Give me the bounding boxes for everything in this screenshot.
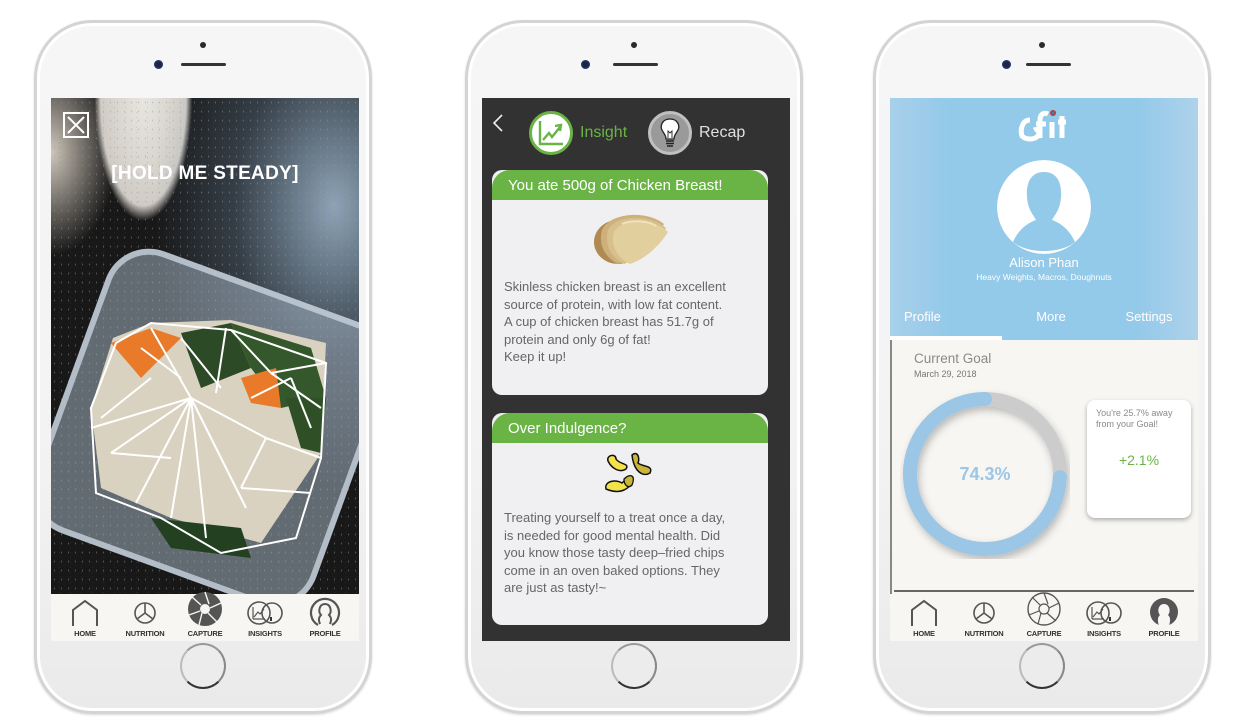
hold-steady-instruction: [HOLD ME STEADY] xyxy=(111,163,299,184)
speaker-grille xyxy=(1026,63,1071,66)
tab-label: INSIGHTS xyxy=(1087,629,1121,638)
profile-icon xyxy=(1150,598,1178,626)
close-camera-button[interactable] xyxy=(63,112,89,138)
body-line: Skinless chicken breast is an excellent xyxy=(504,279,726,294)
tab-nutrition[interactable]: NUTRITION xyxy=(955,599,1013,638)
body-line: A cup of chicken breast has 51.7g of xyxy=(504,314,714,329)
tab-label: NUTRITION xyxy=(125,629,165,638)
hardware-home-button[interactable] xyxy=(180,643,226,689)
hardware-home-button[interactable] xyxy=(1019,643,1065,689)
front-camera xyxy=(1002,60,1011,69)
user-tags: Heavy Weights, Macros, Doughnuts xyxy=(976,272,1112,282)
tab-nutrition[interactable]: NUTRITION xyxy=(116,599,174,638)
profile-tabs: Profile More Settings xyxy=(890,306,1198,340)
body-line: come in an oven baked options. They xyxy=(504,562,720,578)
close-x-icon xyxy=(67,116,85,134)
front-camera xyxy=(154,60,163,69)
tab-insight[interactable]: Insight xyxy=(529,111,627,155)
insights-screen: Insight Recap You ate 500g of Chicken Br… xyxy=(482,98,790,641)
goal-delta: +2.1% xyxy=(1118,452,1160,468)
avatar[interactable] xyxy=(997,160,1091,254)
sensor-dot xyxy=(200,42,206,48)
tab-insight-label: Insight xyxy=(580,124,628,141)
phone-insights: Insight Recap You ate 500g of Chicken Br… xyxy=(465,20,803,714)
insight-card-indulgence[interactable]: Over Indulgence? Treating yourself to a … xyxy=(492,413,768,625)
profile-screen: Alison Phan Heavy Weights, Macros, Dough… xyxy=(890,98,1198,641)
goal-distance-card: You're 25.7% away from your Goal! +2.1% xyxy=(1087,400,1191,518)
chevron-left-icon xyxy=(492,114,503,132)
goal-away-message: You're 25.7% away from your Goal! xyxy=(1096,408,1173,429)
tab-label: INSIGHTS xyxy=(248,629,282,638)
tab-capture[interactable]: CAPTURE xyxy=(176,591,234,638)
tab-settings[interactable]: Settings xyxy=(1100,306,1198,340)
tab-profile[interactable]: PROFILE xyxy=(1135,597,1193,638)
tab-home[interactable]: HOME xyxy=(895,599,953,638)
tab-label: CAPTURE xyxy=(1026,629,1062,638)
goal-title: Current Goal xyxy=(914,351,992,366)
card-title: You ate 500g of Chicken Breast! xyxy=(492,170,768,200)
tab-insights[interactable]: INSIGHTS xyxy=(1075,599,1133,638)
trend-chart-icon xyxy=(538,121,563,146)
speaker-grille xyxy=(181,63,226,66)
body-line: Treating yourself to a treat once a day, xyxy=(504,510,726,525)
tab-recap-label: Recap xyxy=(699,124,746,141)
tab-profile[interactable]: PROFILE xyxy=(296,597,354,638)
card-body: Treating yourself to a treat once a day,… xyxy=(492,509,768,597)
body-line: you know those tasty deep–fried chips xyxy=(504,545,725,560)
card-body: Skinless chicken breast is an excellent … xyxy=(492,278,768,366)
tab-profile[interactable]: Profile xyxy=(890,306,1002,340)
tab-more[interactable]: More xyxy=(1002,306,1100,340)
home-icon xyxy=(72,599,98,626)
body-line: is needed for good mental health. Did xyxy=(504,527,721,543)
sensor-dot xyxy=(1039,42,1045,48)
profile-icon xyxy=(309,597,341,626)
mockup-stage: [HOLD ME STEADY] HOME NUTRITION CAPTURE … xyxy=(0,0,1237,728)
body-line: are just as tasty!~ xyxy=(504,580,607,595)
chips-icon xyxy=(605,452,652,493)
capture-shutter-icon xyxy=(1027,592,1061,626)
cfit-logo-icon xyxy=(1018,110,1066,142)
goal-date: March 29, 2018 xyxy=(914,369,977,379)
insights-header: Insight Recap xyxy=(482,98,790,163)
goal-progress-value: 74.3% xyxy=(959,463,1011,484)
front-camera xyxy=(581,60,590,69)
back-button[interactable] xyxy=(492,114,504,138)
phone-capture: [HOLD ME STEADY] HOME NUTRITION CAPTURE … xyxy=(34,20,372,714)
tab-label: HOME xyxy=(74,629,96,638)
card-title: Over Indulgence? xyxy=(492,413,768,443)
bottom-tab-bar: HOME NUTRITION CAPTURE INSIGHTS PROFILE xyxy=(51,591,359,641)
body-line: protein and only 6g of fat! xyxy=(504,331,651,347)
body-line: source of protein, with low fat content. xyxy=(504,296,723,312)
tab-label: CAPTURE xyxy=(187,629,223,638)
hardware-home-button[interactable] xyxy=(611,643,657,689)
tab-label: HOME xyxy=(913,629,935,638)
bottom-tab-bar: HOME NUTRITION CAPTURE INSIGHTS PROFILE xyxy=(890,591,1198,641)
profile-header: Alison Phan Heavy Weights, Macros, Dough… xyxy=(890,98,1198,340)
home-icon xyxy=(911,599,937,626)
tab-home[interactable]: HOME xyxy=(56,599,114,638)
tab-label: PROFILE xyxy=(1148,629,1180,638)
phone-profile: Alison Phan Heavy Weights, Macros, Dough… xyxy=(873,20,1211,714)
capture-screen: [HOLD ME STEADY] HOME NUTRITION CAPTURE … xyxy=(51,98,359,641)
tab-insights[interactable]: INSIGHTS xyxy=(236,599,294,638)
insights-icon xyxy=(1086,601,1122,625)
insight-card-chicken[interactable]: You ate 500g of Chicken Breast! Skinless… xyxy=(492,170,768,395)
insights-icon xyxy=(247,601,283,625)
speaker-grille xyxy=(613,63,658,66)
cfit-logo xyxy=(1018,108,1070,147)
sensor-dot xyxy=(631,42,637,48)
tab-capture[interactable]: CAPTURE xyxy=(1015,591,1073,638)
nutrition-icon xyxy=(973,602,995,624)
tab-recap[interactable]: Recap xyxy=(648,111,745,155)
tab-label: PROFILE xyxy=(309,629,341,638)
chicken-breast-icon xyxy=(594,214,668,264)
body-line: Keep it up! xyxy=(504,349,567,364)
tab-label: NUTRITION xyxy=(964,629,1004,638)
nutrition-icon xyxy=(134,602,156,624)
capture-shutter-icon xyxy=(188,591,222,626)
lightbulb-icon xyxy=(660,118,680,147)
user-name: Alison Phan xyxy=(1009,255,1079,270)
